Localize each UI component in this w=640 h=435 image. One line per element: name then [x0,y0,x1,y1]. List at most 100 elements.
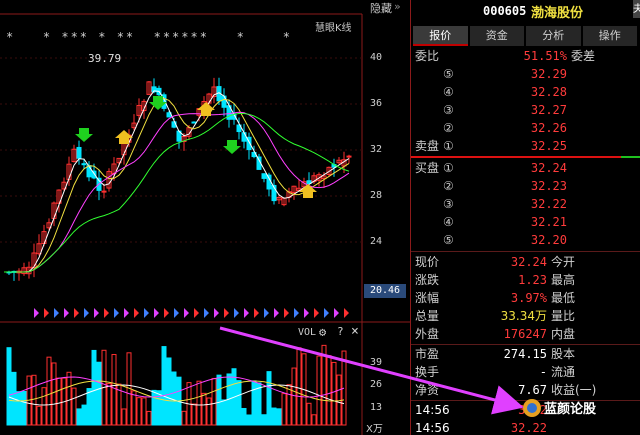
bid-price: 32.21 [530,215,567,229]
flag-icon [314,308,319,318]
indicator-label[interactable]: 慧眼K线 [315,19,352,34]
flag-icon [344,308,349,318]
tab-analysis[interactable]: 分析 [526,26,581,46]
info-label2: 流通 [551,365,576,379]
axis-tick-24: 24 [370,236,383,247]
volume-bar [216,374,222,426]
bid-index: ④ [443,215,454,229]
info-row-pe: 市盈 274.15 股本 [411,346,640,362]
volume-bar [331,361,337,426]
quote-title-bar: 000605 渤海股份 夬 [411,0,640,22]
divider [411,251,640,252]
flag-icon [274,308,279,318]
candle-body [86,165,92,178]
bid-price: 32.20 [530,233,567,247]
volume-bar [206,397,212,426]
bid-index: ① [443,161,454,175]
info-label2: 最高 [551,273,576,287]
ma5-line [4,90,350,273]
axis-tick-36: 36 [370,98,383,109]
volume-bar [241,407,247,426]
ask-row-2[interactable]: ② 32.26 [411,120,640,136]
info-label: 净资 [415,383,440,397]
tab-quote[interactable]: 报价 [413,26,468,46]
weibi-value: 51.51% [523,49,567,63]
bid-row-2[interactable]: ② 32.23 [411,178,640,194]
volume-bar [91,349,97,426]
flag-icon [304,308,309,318]
volume-bar [21,391,27,426]
volume-bar [121,408,127,426]
volume-bar [66,371,72,426]
ask-row-5[interactable]: ⑤ 32.29 [411,66,640,82]
candle-body [191,121,197,124]
info-row-change: 涨跌 1.23 最高 [411,272,640,288]
volume-bar [201,392,207,426]
watermark: 蓝颜论股 [522,396,640,420]
info-label: 涨跌 [415,273,440,287]
ask-row-4[interactable]: ④ 32.28 [411,84,640,100]
tab-operate[interactable]: 操作 [582,26,637,46]
kline-chart[interactable] [0,0,410,435]
volume-bar [256,382,262,426]
info-label2: 股本 [551,347,576,361]
quote-panel: 000605 渤海股份 夬 报价 资金 分析 操作 委比 51.51% 委差 ⑤… [410,0,640,435]
bid-row-1[interactable]: 买盘 ① 32.24 [411,160,640,176]
volume-bar [56,377,62,426]
ask-index: ① [443,139,454,153]
volume-bar [136,397,142,426]
fold-button[interactable]: 夬 [633,0,640,18]
axis-tick-40: 40 [370,52,383,63]
volume-bar [251,380,257,426]
volume-bar [111,354,117,426]
volume-bar [171,371,177,426]
volume-bar [6,347,12,426]
tab-funds[interactable]: 资金 [469,26,524,46]
flag-icon [284,308,289,318]
flag-icon [54,308,59,318]
ask-row-3[interactable]: ③ 32.27 [411,102,640,118]
collapse-arrows-icon[interactable]: » [394,0,401,13]
volume-bar [31,374,37,426]
info-row-outer: 外盘 176247 内盘 [411,326,640,342]
flag-icon [144,308,149,318]
volume-bar [291,367,297,426]
ask-row-1[interactable]: 卖盘 ① 32.25 [411,138,640,154]
volume-bar [16,391,22,426]
info-value: 32.24 [510,255,547,269]
vol-unit: X万 [366,424,383,435]
hide-button[interactable]: 隐藏 [370,0,392,16]
volume-bar [321,344,327,426]
ask-price: 32.28 [530,85,567,99]
vol-axis-39: 39 [370,357,383,368]
volume-bar [41,387,47,426]
kline-chart-area[interactable]: 慧眼K线 隐藏 » * * *** * ** ****** * * 39.79 … [0,0,410,435]
bid-index: ⑤ [443,233,454,247]
flag-icon [44,308,49,318]
volume-bar [211,377,217,426]
candle-body [241,132,247,142]
spread-divider [411,156,621,158]
gear-icon[interactable]: ⚙ [319,325,326,339]
flag-icon [234,308,239,318]
bid-row-5[interactable]: ⑤ 32.20 [411,232,640,248]
bid-row-4[interactable]: ④ 32.21 [411,214,640,230]
help-icon[interactable]: ? [337,325,344,338]
volume-bar [326,355,332,426]
flag-icon [134,308,139,318]
info-label: 总量 [415,309,440,323]
ask-index: ④ [443,85,454,99]
volume-bar [221,399,227,426]
watermark-text: 蓝颜论股 [544,402,597,417]
candle-body [101,190,107,193]
info-label: 涨幅 [415,291,440,305]
volume-bar [81,404,87,426]
flag-icon [64,308,69,318]
candle-body [76,146,82,159]
flag-icon [184,308,189,318]
close-icon[interactable]: × [351,324,359,339]
bid-row-3[interactable]: ③ 32.22 [411,196,640,212]
vol-axis-26: 26 [370,379,383,390]
volume-bar [196,380,202,426]
flag-icon [104,308,109,318]
